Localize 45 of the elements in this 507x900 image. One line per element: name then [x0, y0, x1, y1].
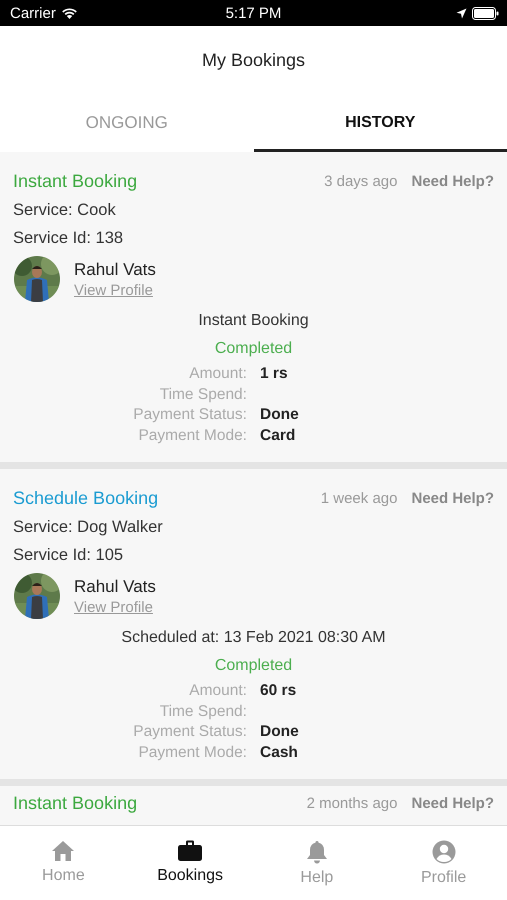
clock-time: 5:17 PM	[226, 4, 282, 22]
field-value: 1 rs	[260, 364, 288, 384]
time-ago: 1 week ago	[320, 490, 398, 507]
field-label: Payment Mode:	[138, 426, 247, 446]
carrier-label: Carrier	[10, 4, 56, 22]
need-help-link[interactable]: Need Help?	[411, 173, 494, 190]
service-name: Service: Cook	[13, 201, 117, 220]
booking-type: Instant Booking	[13, 793, 138, 814]
page-title: My Bookings	[202, 50, 306, 71]
provider-name: Rahul Vats	[74, 260, 156, 280]
need-help-link[interactable]: Need Help?	[411, 795, 494, 812]
field-value: Done	[260, 405, 299, 425]
field-label: Payment Status:	[133, 722, 247, 742]
field-label: Amount:	[189, 681, 247, 701]
booking-detail: Instant Booking	[197, 312, 310, 330]
booking-detail: Scheduled at: 13 Feb 2021 08:30 AM	[120, 629, 387, 647]
time-ago: 2 months ago	[306, 795, 398, 812]
field-value: Done	[260, 722, 299, 742]
field-label: Payment Status:	[133, 405, 247, 425]
profile-icon	[432, 840, 456, 864]
field-value: Card	[260, 426, 296, 446]
location-arrow-icon	[456, 8, 467, 18]
wifi-icon	[60, 7, 78, 19]
battery-icon	[472, 6, 499, 20]
field-label: Time Spend:	[160, 702, 247, 722]
briefcase-icon	[177, 840, 204, 862]
view-profile-link[interactable]: View Profile	[74, 598, 153, 616]
bell-icon	[306, 840, 328, 864]
field-value: Cash	[260, 742, 298, 762]
booking-type: Instant Booking	[13, 171, 138, 192]
field-label: Amount:	[189, 364, 247, 384]
booking-type: Schedule Booking	[13, 488, 158, 509]
service-id: Service Id: 105	[13, 546, 124, 565]
field-label: Time Spend:	[160, 384, 247, 404]
view-profile-link[interactable]: View Profile	[74, 282, 153, 298]
field-value: 60 rs	[260, 681, 296, 701]
booking-status: Completed	[214, 340, 294, 358]
field-label: Payment Mode:	[138, 742, 247, 762]
provider-name: Rahul Vats	[74, 576, 156, 596]
booking-status: Completed	[214, 657, 294, 675]
home-icon	[51, 840, 76, 862]
time-ago: 3 days ago	[324, 173, 398, 190]
need-help-link[interactable]: Need Help?	[411, 490, 494, 507]
service-name: Service: Dog Walker	[13, 518, 164, 537]
service-id: Service Id: 138	[13, 229, 124, 248]
